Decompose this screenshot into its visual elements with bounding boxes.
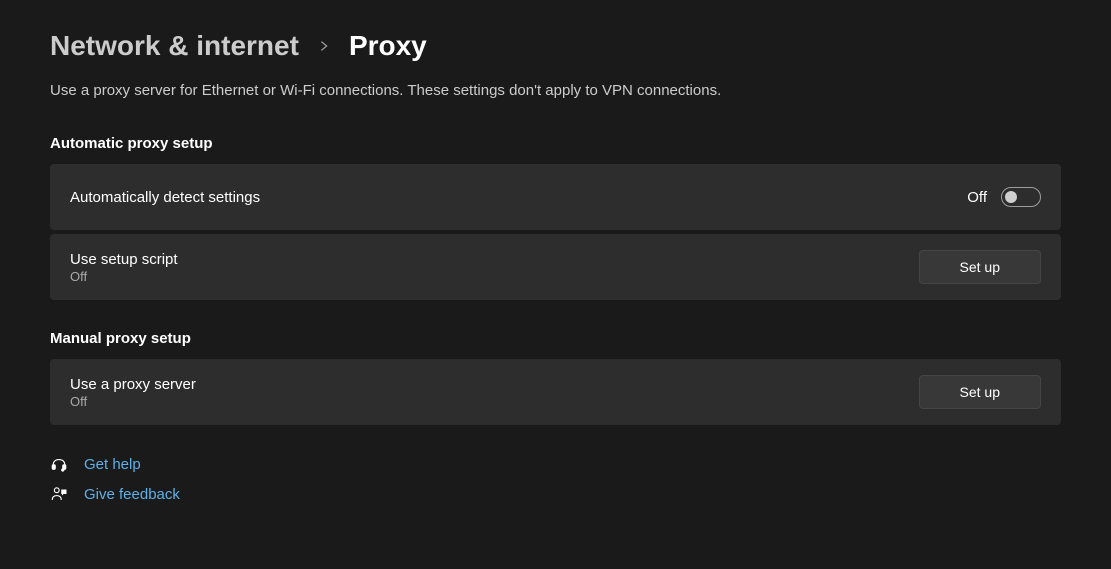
feedback-icon xyxy=(50,485,68,503)
chevron-right-icon xyxy=(317,39,331,53)
breadcrumb: Network & internet Proxy xyxy=(50,30,1061,62)
page-title: Proxy xyxy=(349,30,427,62)
page-description: Use a proxy server for Ethernet or Wi-Fi… xyxy=(50,82,1061,99)
footer-links: Get help Give feedback xyxy=(50,455,1061,503)
proxy-server-label: Use a proxy server xyxy=(70,376,196,393)
get-help-link[interactable]: Get help xyxy=(50,455,1061,473)
auto-detect-state-label: Off xyxy=(967,189,987,206)
setup-script-status: Off xyxy=(70,269,178,284)
manual-proxy-section: Manual proxy setup Use a proxy server Of… xyxy=(50,330,1061,425)
automatic-section-title: Automatic proxy setup xyxy=(50,135,1061,152)
give-feedback-link[interactable]: Give feedback xyxy=(50,485,1061,503)
auto-detect-toggle[interactable] xyxy=(1001,187,1041,207)
manual-section-title: Manual proxy setup xyxy=(50,330,1061,347)
setup-script-button[interactable]: Set up xyxy=(919,250,1041,284)
toggle-knob xyxy=(1005,191,1017,203)
auto-detect-label: Automatically detect settings xyxy=(70,189,260,206)
settings-page: Network & internet Proxy Use a proxy ser… xyxy=(0,0,1111,523)
proxy-server-status: Off xyxy=(70,394,196,409)
setup-script-label: Use setup script xyxy=(70,251,178,268)
setup-script-card: Use setup script Off Set up xyxy=(50,234,1061,300)
proxy-server-button[interactable]: Set up xyxy=(919,375,1041,409)
get-help-label: Get help xyxy=(84,456,141,473)
automatic-proxy-section: Automatic proxy setup Automatically dete… xyxy=(50,135,1061,300)
auto-detect-card: Automatically detect settings Off xyxy=(50,164,1061,230)
give-feedback-label: Give feedback xyxy=(84,486,180,503)
proxy-server-card: Use a proxy server Off Set up xyxy=(50,359,1061,425)
help-icon xyxy=(50,455,68,473)
breadcrumb-parent-link[interactable]: Network & internet xyxy=(50,30,299,62)
